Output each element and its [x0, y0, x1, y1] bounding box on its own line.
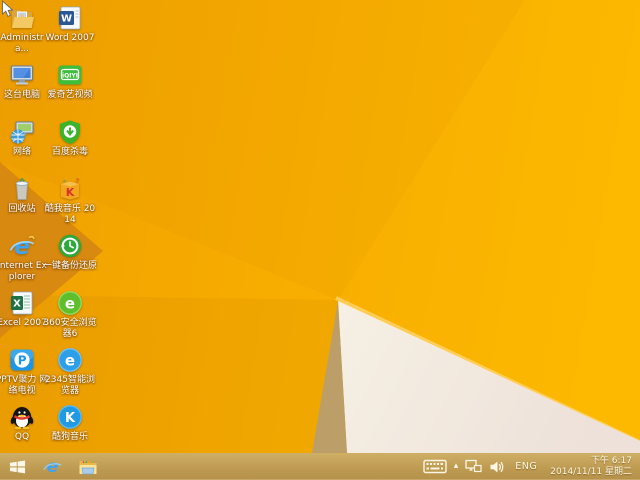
icon-label: PPTV聚力 网络电视 — [0, 375, 49, 396]
excel-shortcut[interactable]: X Excel 2007 — [0, 290, 49, 329]
system-tray: ▴ ENG 下午 6:17 2014/11/11 星期二 — [423, 453, 640, 480]
desktop-icons: Administra... W Word 2007 这台电脑 iQIYI 爱奇艺视… — [0, 0, 640, 453]
desktop-screen: Administra... W Word 2007 这台电脑 iQIYI 爱奇艺视… — [0, 0, 640, 480]
this-pc-shortcut[interactable]: 这台电脑 — [0, 62, 49, 101]
icon-label: Internet Explorer — [0, 261, 47, 282]
kugou-music-icon: K — [57, 404, 83, 430]
network-icon[interactable] — [465, 453, 482, 480]
svg-text:e: e — [65, 352, 75, 370]
svg-text:e: e — [14, 234, 30, 259]
icon-label: 酷我音乐 2014 — [44, 204, 96, 225]
svg-text:e: e — [65, 295, 75, 313]
kuwo-music-shortcut[interactable]: ♪ ♪ K 酷我音乐 2014 — [43, 176, 97, 226]
excel-icon: X — [9, 290, 35, 316]
icon-label: 爱奇艺视频 — [47, 90, 93, 100]
show-hidden-icons-button[interactable]: ▴ — [454, 453, 459, 480]
backup-restore-icon — [57, 233, 83, 259]
icon-label: QQ — [14, 432, 30, 442]
svg-text:P: P — [18, 354, 27, 368]
pptv-shortcut[interactable]: P PPTV聚力 网络电视 — [0, 347, 49, 397]
kugou-music-shortcut[interactable]: K 酷狗音乐 — [43, 404, 97, 443]
admin-folder-shortcut[interactable]: Administra... — [0, 5, 49, 55]
iqiyi-shortcut[interactable]: iQIYI 爱奇艺视频 — [43, 62, 97, 101]
svg-text:X: X — [13, 299, 21, 310]
clock-time: 下午 6:17 — [590, 456, 632, 466]
icon-label: 网络 — [12, 147, 31, 157]
baidu-antivirus-icon — [57, 119, 83, 145]
svg-text:K: K — [65, 411, 76, 426]
baidu-antivirus-shortcut[interactable]: 百度杀毒 — [43, 119, 97, 158]
svg-text:K: K — [66, 186, 75, 199]
volume-icon[interactable] — [489, 453, 505, 480]
qq-icon — [9, 404, 35, 430]
admin-folder-icon — [9, 5, 35, 31]
icon-label: 360安全浏览器6 — [43, 318, 97, 339]
360-browser-shortcut[interactable]: e 360安全浏览器6 — [43, 290, 97, 340]
icon-label: Word 2007 — [45, 33, 95, 43]
iqiyi-icon: iQIYI — [57, 62, 83, 88]
taskbar-file-explorer[interactable] — [70, 453, 106, 480]
network-shortcut[interactable]: 网络 — [0, 119, 49, 158]
network-icon — [9, 119, 35, 145]
svg-text:W: W — [61, 14, 72, 25]
internet-explorer-icon: e — [42, 456, 61, 476]
icon-label: 百度杀毒 — [51, 147, 88, 157]
windows-logo-icon — [9, 460, 25, 474]
icon-label: 一键备份还原 — [43, 261, 98, 271]
icon-label: Administra... — [0, 33, 44, 54]
file-explorer-icon — [79, 460, 97, 474]
language-indicator[interactable]: ENG — [512, 461, 540, 472]
qq-shortcut[interactable]: QQ — [0, 404, 49, 443]
taskbar-internet-explorer[interactable]: e — [34, 453, 70, 480]
backup-restore-shortcut[interactable]: 一键备份还原 — [43, 233, 97, 272]
touch-keyboard-icon[interactable] — [423, 453, 447, 480]
2345-browser-icon: e — [57, 347, 83, 373]
pptv-icon: P — [9, 347, 35, 373]
icon-label: 这台电脑 — [3, 90, 40, 100]
recycle-bin-shortcut[interactable]: 回收站 — [0, 176, 49, 215]
icon-label: Excel 2007 — [0, 318, 47, 328]
word-icon: W — [57, 5, 83, 31]
svg-text:iQIYI: iQIYI — [62, 73, 78, 80]
start-button[interactable] — [0, 453, 34, 480]
taskbar: e ▴ ENG 下午 6:17 2014/11/11 星期二 — [0, 453, 640, 480]
icon-label: 回收站 — [8, 204, 36, 214]
svg-text:e: e — [46, 456, 58, 476]
word-shortcut[interactable]: W Word 2007 — [43, 5, 97, 44]
internet-explorer-icon: e — [9, 233, 35, 259]
icon-label: 2345智能浏览器 — [45, 375, 95, 396]
clock[interactable]: 下午 6:17 2014/11/11 星期二 — [547, 456, 635, 477]
this-pc-icon — [9, 62, 35, 88]
2345-browser-shortcut[interactable]: e 2345智能浏览器 — [43, 347, 97, 397]
internet-explorer-shortcut[interactable]: e Internet Explorer — [0, 233, 49, 283]
360-browser-icon: e — [57, 290, 83, 316]
recycle-bin-icon — [9, 176, 35, 202]
clock-date: 2014/11/11 星期二 — [550, 466, 632, 477]
icon-label: 酷狗音乐 — [51, 432, 88, 442]
kuwo-music-icon: ♪ ♪ K — [57, 176, 83, 202]
